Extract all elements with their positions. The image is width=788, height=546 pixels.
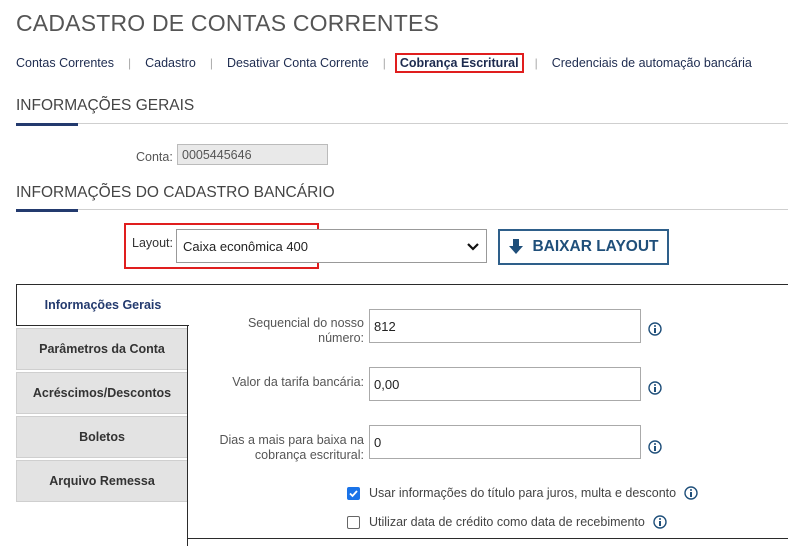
layout-select[interactable]: Caixa econômica 400 (176, 229, 487, 263)
info-circle-icon[interactable] (653, 515, 667, 529)
dias-value: 0 (374, 434, 382, 450)
sequencial-label: Sequencial do nosso número: (247, 316, 364, 345)
conta-value: 0005445646 (182, 147, 252, 162)
tab-acrescimos-descontos[interactable]: Acréscimos/Descontos (16, 372, 188, 414)
usar-informacoes-row: Usar informações do título para juros, m… (347, 486, 698, 500)
tarifa-value: 0,00 (374, 376, 400, 392)
baixar-layout-label: BAIXAR LAYOUT (532, 238, 659, 255)
tab-boletos[interactable]: Boletos (16, 416, 188, 458)
layout-selected-value: Caixa econômica 400 (183, 238, 309, 254)
nav-separator: | (534, 56, 538, 70)
nav-contas-correntes[interactable]: Contas Correntes (16, 54, 114, 72)
tab-arquivo-remessa[interactable]: Arquivo Remessa (16, 460, 188, 502)
data-credito-label: Utilizar data de crédito como data de re… (369, 515, 645, 529)
page-title: CADASTRO DE CONTAS CORRENTES (16, 10, 440, 36)
usar-informacoes-label: Usar informações do título para juros, m… (369, 486, 677, 500)
sequencial-value: 812 (374, 318, 396, 334)
subnav: Contas Correntes | Cadastro | Desativar … (16, 52, 752, 74)
baixar-layout-button[interactable]: BAIXAR LAYOUT (498, 229, 669, 265)
nav-cobranca-escritural[interactable]: Cobrança Escritural (394, 53, 524, 73)
layout-label: Layout: (132, 236, 174, 250)
info-circle-icon[interactable] (648, 381, 662, 395)
data-credito-checkbox[interactable] (347, 515, 360, 529)
nav-credenciais-automacao[interactable]: Credenciais de automação bancária (552, 54, 752, 72)
tarifa-input[interactable]: 0,00 (369, 367, 641, 401)
section-title-informacoes-gerais: INFORMAÇÕES GERAIS (16, 97, 195, 114)
data-credito-row: Utilizar data de crédito como data de re… (347, 515, 667, 529)
info-circle-icon[interactable] (684, 486, 698, 500)
panel-border (187, 538, 788, 539)
conta-label: Conta: (136, 150, 173, 164)
nav-separator: | (127, 56, 132, 70)
chevron-down-icon (467, 243, 479, 251)
nav-separator: | (382, 56, 386, 70)
nav-cadastro[interactable]: Cadastro (145, 54, 196, 72)
side-tabs: Informações Gerais Parâmetros da Conta A… (16, 284, 189, 504)
section-accent (16, 123, 78, 126)
conta-field: 0005445646 (177, 144, 328, 165)
nav-separator: | (209, 56, 213, 70)
tab-informacoes-gerais[interactable]: Informações Gerais (16, 284, 189, 326)
check-icon (349, 489, 358, 497)
tab-parametros-conta[interactable]: Parâmetros da Conta (16, 328, 188, 370)
section-divider (16, 209, 788, 210)
sequencial-input[interactable]: 812 (369, 309, 641, 343)
section-divider (16, 123, 788, 124)
info-circle-icon[interactable] (648, 440, 662, 454)
usar-informacoes-checkbox[interactable] (347, 486, 360, 500)
tarifa-label: Valor da tarifa bancária: (232, 375, 364, 389)
section-title-cadastro-bancario: INFORMAÇÕES DO CADASTRO BANCÁRIO (16, 184, 335, 201)
dias-input[interactable]: 0 (369, 425, 641, 459)
info-circle-icon[interactable] (648, 322, 662, 336)
nav-desativar-conta[interactable]: Desativar Conta Corrente (227, 54, 369, 72)
arrow-down-icon (509, 239, 524, 254)
dias-label: Dias a mais para baixa na cobrança escri… (219, 433, 364, 462)
section-accent (16, 209, 78, 212)
